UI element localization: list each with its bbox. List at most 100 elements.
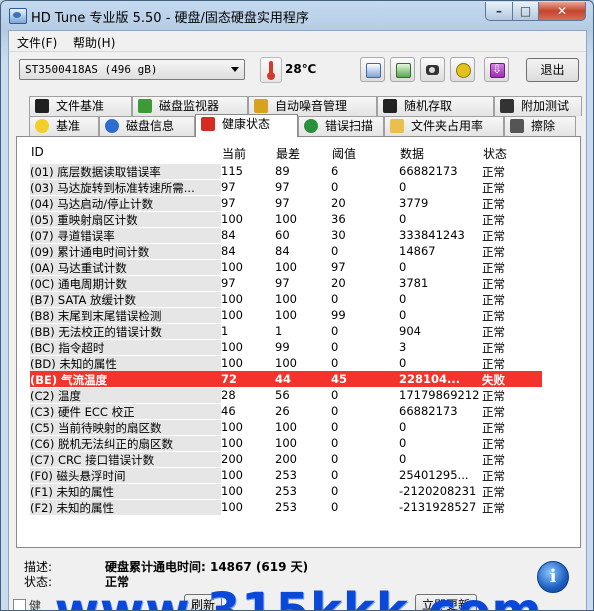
table-row[interactable]: (B7) SATA 放缓计数 100 100 0 0 正常 [30,291,542,307]
close-button[interactable]: ✕ [538,2,586,21]
table-row[interactable]: (C3) 硬件 ECC 校正 46 26 0 66882173 正常 [30,403,542,419]
cell-threshold: 0 [331,388,339,402]
cell-data: 333841243 [399,228,465,242]
cell-current: 200 [221,452,243,466]
update-now-button[interactable]: 立即更新 [415,594,478,610]
cell-status: 正常 [482,341,505,355]
info-icon [105,119,119,133]
speaker-icon [254,99,268,113]
health-log-checkbox[interactable] [13,599,26,610]
cell-status: 正常 [482,213,505,227]
tab-disk-monitor[interactable]: 磁盘监视器 [132,96,248,116]
tab-disk-info[interactable]: 磁盘信息 [99,116,195,136]
tab-extra-tests[interactable]: 附加测试 [494,96,582,116]
table-row[interactable]: (F1) 未知的属性 100 253 0 -2120208231 正常 [30,483,542,499]
screenshot-button[interactable] [420,57,445,82]
bottom-bar: 健 刷新 立即更新 [9,594,586,610]
table-row[interactable]: (03) 马达旋转到标准转速所需... 97 97 0 0 正常 [30,179,542,195]
table-row-failed[interactable]: (BE) 气流温度 72 44 45 228104... 失败 [30,371,542,387]
refresh-button[interactable]: 刷新 [184,594,223,610]
tab-aam[interactable]: 自动噪音管理 [248,96,377,116]
cell-status: 正常 [482,309,505,323]
cell-data: 0 [399,436,407,450]
table-row[interactable]: (F0) 磁头悬浮时间 100 253 0 25401295... 正常 [30,467,542,483]
drive-select[interactable]: ST3500418AS (496 gB) [19,59,245,80]
thermometer-icon [260,57,282,83]
cell-current: 100 [221,356,243,370]
col-current[interactable]: 当前 [222,145,246,162]
cell-data: 904 [399,324,421,338]
col-worst[interactable]: 最差 [276,145,300,162]
tab-file-benchmark[interactable]: 文件基准 [29,96,132,116]
cell-id: (F0) 磁头悬浮时间 [30,468,221,483]
cell-worst: 253 [275,468,297,482]
error-scan-icon [304,119,318,133]
cell-threshold: 97 [331,260,346,274]
table-row[interactable]: (BD) 未知的属性 100 100 0 0 正常 [30,355,542,371]
temperature-readout: 28℃ [285,62,317,76]
copy-info-button[interactable] [390,57,415,82]
cell-current: 100 [221,292,243,306]
table-row[interactable]: (0A) 马达重试计数 100 100 97 0 正常 [30,259,542,275]
cell-current: 100 [221,436,243,450]
table-row[interactable]: (04) 马达启动/停止计数 97 97 20 3779 正常 [30,195,542,211]
cell-id: (07) 寻道错误率 [30,228,221,243]
menu-help[interactable]: 帮助(H) [73,34,115,51]
cell-data: 0 [399,420,407,434]
cell-threshold: 20 [331,196,346,210]
cell-id: (C7) CRC 接口错误计数 [30,452,221,467]
cell-id: (B8) 末尾到末尾错误检测 [30,308,221,323]
minimize-button[interactable]: – [485,2,513,21]
table-row[interactable]: (C2) 温度 28 56 0 17179869212 正常 [30,387,542,403]
info-button[interactable]: i [537,561,569,593]
cell-threshold: 0 [331,244,339,258]
tab-random-access[interactable]: 随机存取 [377,96,494,116]
table-row[interactable]: (0C) 通电周期计数 97 97 20 3781 正常 [30,275,542,291]
cell-threshold: 6 [331,164,339,178]
cell-worst: 100 [275,436,297,450]
table-row[interactable]: (09) 累计通电时间计数 84 84 0 14867 正常 [30,243,542,259]
col-threshold[interactable]: 阈值 [332,145,356,162]
menu-file[interactable]: 文件(F) [17,34,57,51]
cell-current: 100 [221,340,243,354]
cell-threshold: 45 [331,372,348,386]
menu-bar: 文件(F) 帮助(H) [9,31,586,51]
tab-erase[interactable]: 擦除 [504,116,576,136]
table-row[interactable]: (05) 重映射扇区计数 100 100 36 0 正常 [30,211,542,227]
col-status[interactable]: 状态 [483,145,507,162]
cell-data: 0 [399,292,407,306]
cell-worst: 253 [275,484,297,498]
cell-data: 25401295... [399,468,469,482]
table-row[interactable]: (BB) 无法校正的错误计数 1 1 0 904 正常 [30,323,542,339]
app-window: HD Tune 专业版 5.50 - 硬盘/固态硬盘实用程序 – □ ✕ 文件(… [0,0,594,611]
cell-worst: 253 [275,500,297,514]
cell-id: (BE) 气流温度 [30,373,108,387]
table-row[interactable]: (BC) 指令超时 100 99 0 3 正常 [30,339,542,355]
copy-info-icon [396,63,411,78]
options-button[interactable] [450,57,475,82]
save-button[interactable] [484,57,509,82]
copy-text-button[interactable] [360,57,385,82]
col-data[interactable]: 数据 [400,145,424,162]
table-row[interactable]: (C5) 当前待映射的扇区数 100 100 0 0 正常 [30,419,542,435]
cell-threshold: 0 [331,340,339,354]
maximize-button[interactable]: □ [512,2,539,21]
cell-data: 228104... [399,372,461,386]
table-row[interactable]: (01) 底层数据读取错误率 115 89 6 66882173 正常 [30,163,542,179]
folder-icon [390,119,404,133]
title-bar[interactable]: HD Tune 专业版 5.50 - 硬盘/固态硬盘实用程序 – □ ✕ [1,1,593,29]
table-row[interactable]: (F2) 未知的属性 100 253 0 -2131928527 正常 [30,499,542,515]
table-row[interactable]: (C7) CRC 接口错误计数 200 200 0 0 正常 [30,451,542,467]
table-row[interactable]: (B8) 末尾到末尾错误检测 100 100 99 0 正常 [30,307,542,323]
cell-threshold: 0 [331,356,339,370]
col-id[interactable]: ID [31,145,44,159]
tab-folder-usage[interactable]: 文件夹占用率 [384,116,504,136]
exit-button[interactable]: 退出 [526,58,579,82]
tab-benchmark[interactable]: 基准 [29,116,99,136]
tab-error-scan[interactable]: 错误扫描 [298,116,384,136]
table-row[interactable]: (C6) 脱机无法纠正的扇区数 100 100 0 0 正常 [30,435,542,451]
cell-status: 正常 [482,261,505,275]
cell-status: 正常 [482,469,505,483]
tab-health[interactable]: 健康状态 [195,114,298,137]
table-row[interactable]: (07) 寻道错误率 84 60 30 333841243 正常 [30,227,542,243]
